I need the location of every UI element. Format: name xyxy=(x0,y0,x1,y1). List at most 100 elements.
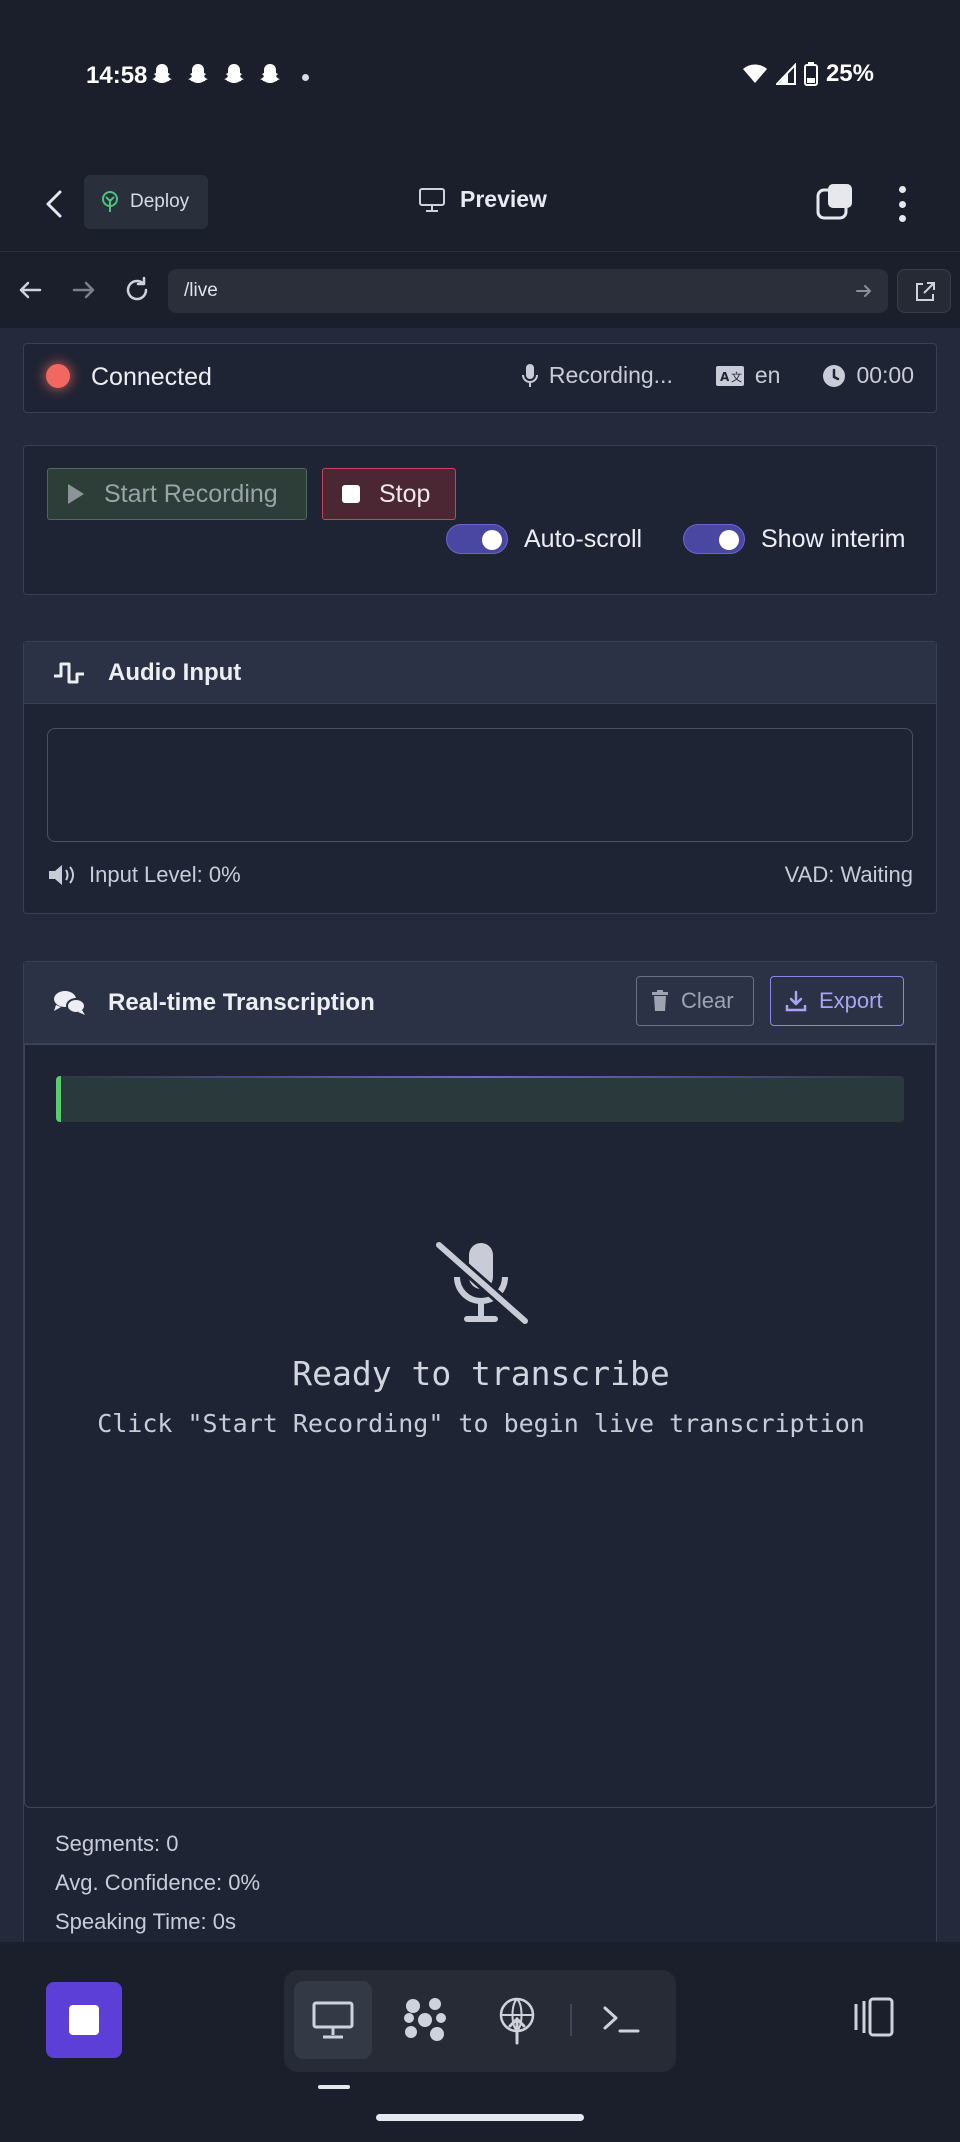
microphone-off-icon xyxy=(435,1241,529,1326)
export-label: Export xyxy=(819,988,883,1013)
empty-state-title: Ready to transcribe xyxy=(292,1354,670,1393)
preview-title: Preview xyxy=(418,186,547,213)
monitor-icon xyxy=(312,2001,354,2039)
show-interim-toggle-row: Show interim xyxy=(683,524,906,554)
page-indicator xyxy=(318,2085,350,2089)
preview-label: Preview xyxy=(460,186,547,212)
svg-text:A: A xyxy=(720,370,730,384)
show-interim-toggle[interactable] xyxy=(683,524,745,554)
deploy-button[interactable]: Deploy xyxy=(84,175,208,229)
open-external-button[interactable] xyxy=(897,269,951,313)
notification-icons xyxy=(150,62,282,88)
session-meta: Recording... A文 en 00:00 xyxy=(521,362,914,389)
status-right: 25% xyxy=(742,60,874,88)
monitor-icon xyxy=(419,187,445,212)
back-chevron-icon[interactable] xyxy=(36,184,76,224)
preview-view-button[interactable] xyxy=(294,1981,372,2059)
deploy-label: Deploy xyxy=(130,191,190,212)
status-time: 14:58 xyxy=(86,62,148,89)
session-timer: 00:00 xyxy=(856,362,914,388)
go-arrow-icon[interactable] xyxy=(854,281,874,301)
code-view-button[interactable] xyxy=(386,1981,464,2059)
wifi-icon xyxy=(742,64,767,83)
snapchat-icon xyxy=(260,64,280,83)
empty-state-hint: Click "Start Recording" to begin live tr… xyxy=(97,1409,865,1438)
arrow-back-icon[interactable] xyxy=(14,274,46,306)
transcription-title: Real-time Transcription xyxy=(108,989,375,1016)
terminal-view-button[interactable] xyxy=(584,1981,662,2059)
clock-icon xyxy=(823,364,846,387)
tabs-icon[interactable] xyxy=(814,180,858,224)
snapchat-icon xyxy=(224,64,244,83)
url-text: /live xyxy=(184,280,218,301)
external-link-icon xyxy=(916,282,935,301)
chat-bubbles-icon xyxy=(54,991,86,1015)
clear-button[interactable]: Clear xyxy=(636,976,754,1026)
snapchat-icon xyxy=(152,64,172,83)
waveform-icon xyxy=(54,662,84,684)
signal-icon xyxy=(775,63,796,85)
audio-input-title: Audio Input xyxy=(108,659,242,686)
microphone-icon xyxy=(521,363,538,387)
globe-upload-icon xyxy=(499,1997,535,2045)
audio-visualizer xyxy=(47,728,913,842)
refresh-icon[interactable] xyxy=(121,274,153,306)
input-level: Input Level: 0% xyxy=(47,862,241,888)
speaking-time: Speaking Time: 0s xyxy=(55,1909,236,1934)
page-content: Connected Recording... A文 en 00:00 Start… xyxy=(0,328,960,1942)
view-switcher xyxy=(284,1970,676,2072)
auto-scroll-label: Auto-scroll xyxy=(524,524,643,553)
stop-button[interactable]: Stop xyxy=(322,468,456,520)
recording-state: Recording... xyxy=(548,362,673,388)
audio-input-header: Audio Input xyxy=(24,642,936,704)
trash-icon xyxy=(652,990,668,1011)
connection-status-card: Connected Recording... A文 en 00:00 xyxy=(23,343,937,413)
show-interim-label: Show interim xyxy=(761,524,906,553)
app-header: Deploy Preview xyxy=(0,160,960,250)
deploy-icon xyxy=(102,191,118,212)
battery-icon xyxy=(803,62,818,86)
segments-count: Segments: 0 xyxy=(55,1831,179,1856)
more-menu-icon[interactable] xyxy=(888,182,916,226)
battery-percent: 25% xyxy=(825,60,874,87)
input-level-text: Input Level: 0% xyxy=(89,862,241,887)
avg-confidence: Avg. Confidence: 0% xyxy=(55,1870,261,1895)
start-recording-button[interactable]: Start Recording xyxy=(47,468,307,520)
auto-scroll-toggle-row: Auto-scroll xyxy=(446,524,642,554)
snapchat-icon xyxy=(188,64,208,83)
side-panel-icon[interactable] xyxy=(848,1996,896,2038)
browser-url-bar: /live xyxy=(0,251,960,327)
export-button[interactable]: Export xyxy=(770,976,904,1026)
stop-icon xyxy=(342,485,360,503)
volume-icon xyxy=(49,865,74,885)
stop-label: Stop xyxy=(379,479,431,508)
start-recording-label: Start Recording xyxy=(104,479,278,508)
vad-status: VAD: Waiting xyxy=(784,862,913,887)
bottom-toolbar xyxy=(0,1942,960,2142)
divider xyxy=(570,2004,572,2036)
arrow-forward-icon[interactable] xyxy=(68,274,100,306)
terminal-icon xyxy=(603,2006,640,2033)
stop-app-button[interactable] xyxy=(46,1982,122,2058)
home-gesture-bar[interactable] xyxy=(376,2114,584,2121)
system-status-bar: 14:58 25% xyxy=(0,0,960,120)
download-icon xyxy=(785,990,807,1012)
connection-indicator xyxy=(46,364,70,388)
clear-label: Clear xyxy=(681,988,734,1013)
svg-text:文: 文 xyxy=(731,370,742,384)
language-code: en xyxy=(754,362,781,388)
audio-input-card: Audio Input Input Level: 0% VAD: Waiting xyxy=(23,641,937,914)
auto-scroll-toggle[interactable] xyxy=(446,524,508,554)
connection-status: Connected xyxy=(91,363,212,391)
interim-transcript xyxy=(56,1076,904,1122)
play-icon xyxy=(68,484,84,504)
transcription-stats: Segments: 0 Avg. Confidence: 0% Speaking… xyxy=(55,1824,260,1941)
notification-dot xyxy=(302,74,309,81)
url-input[interactable]: /live xyxy=(168,269,888,313)
network-view-button[interactable] xyxy=(478,1981,556,2059)
recording-controls-card: Start Recording Stop Auto-scroll Show in… xyxy=(23,445,937,595)
transcription-header: Real-time Transcription Clear Export xyxy=(24,962,936,1044)
transcript-panel[interactable]: Ready to transcribe Click "Start Recordi… xyxy=(24,1044,936,1808)
language-icon: A文 xyxy=(715,365,744,386)
transcription-card: Real-time Transcription Clear Export Rea… xyxy=(23,961,937,1942)
